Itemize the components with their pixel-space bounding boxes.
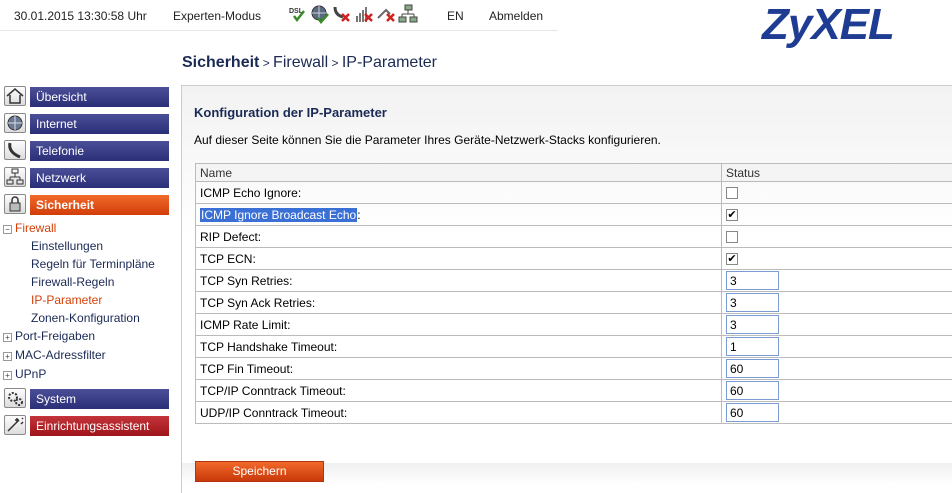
expand-icon[interactable]: +	[3, 333, 12, 342]
sidebar-item-port-freigaben[interactable]: + Port-Freigaben	[0, 327, 170, 346]
collapse-icon[interactable]: −	[3, 225, 12, 234]
param-label: TCP ECN:	[195, 247, 722, 270]
logout-link[interactable]: Abmelden	[489, 9, 543, 23]
icmp-rate-limit-input[interactable]	[726, 315, 779, 334]
sidebar-item-einrichtungsassistent[interactable]: Einrichtungsassistent	[0, 413, 170, 437]
tcp-ip-conntrack-timeout-input[interactable]	[726, 381, 779, 400]
phone-disconnected-icon[interactable]	[332, 4, 352, 24]
breadcrumb-firewall: Firewall	[273, 54, 329, 71]
param-label: ICMP Rate Limit:	[195, 313, 722, 336]
globe-icon	[4, 113, 26, 133]
wand-icon	[4, 415, 26, 435]
tcp-fin-timeout-input[interactable]	[726, 359, 779, 378]
gears-icon	[4, 388, 26, 408]
main-content: Konfiguration der IP-Parameter Auf diese…	[181, 85, 952, 493]
param-label: TCP Syn Ack Retries:	[195, 291, 722, 314]
sidebar-item-uebersicht[interactable]: Übersicht	[0, 84, 170, 108]
breadcrumb-sicherheit: Sicherheit	[182, 54, 260, 71]
selected-text: ICMP Ignore Broadcast Echo	[200, 207, 358, 222]
table-row: TCP Fin Timeout:	[195, 357, 952, 380]
dsl-icon[interactable]: DSL	[288, 4, 308, 24]
sidebar-item-upnp[interactable]: + UPnP	[0, 365, 170, 384]
lock-icon	[4, 194, 26, 214]
expand-icon[interactable]: +	[3, 371, 12, 380]
param-label: UDP/IP Conntrack Timeout:	[195, 401, 722, 424]
sidebar-item-regeln-terminplaene[interactable]: Regeln für Terminpläne	[0, 255, 170, 273]
rip-defect-checkbox[interactable]	[726, 231, 738, 244]
tcp-ecn-checkbox[interactable]: ✔	[726, 253, 738, 266]
sidebar-item-netzwerk[interactable]: Netzwerk	[0, 165, 170, 189]
sidebar-item-firewall-regeln[interactable]: Firewall-Regeln	[0, 273, 170, 291]
top-bar: 30.01.2015 13:30:58 Uhr Experten-Modus D…	[0, 0, 558, 31]
sidebar-item-mac-adressfilter[interactable]: + MAC-Adressfilter	[0, 346, 170, 365]
breadcrumb: Sicherheit > Firewall > IP-Parameter	[182, 54, 437, 71]
table-row: ICMP Rate Limit:	[195, 313, 952, 336]
sidebar-item-ip-parameter[interactable]: IP-Parameter	[0, 291, 170, 309]
param-label: ICMP Echo Ignore:	[195, 181, 722, 204]
table-row: TCP/IP Conntrack Timeout:	[195, 379, 952, 402]
page-description: Auf dieser Seite können Sie die Paramete…	[194, 133, 661, 147]
table-header: Name Status	[195, 163, 952, 182]
table-row: TCP ECN: ✔	[195, 247, 952, 270]
icmp-echo-ignore-checkbox[interactable]	[726, 187, 738, 200]
internet-icon[interactable]	[310, 4, 330, 24]
sidebar-item-zonen-konfiguration[interactable]: Zonen-Konfiguration	[0, 309, 170, 327]
udp-ip-conntrack-timeout-input[interactable]	[726, 403, 779, 422]
ip-parameter-table: Name Status ICMP Echo Ignore: ICMP Ignor…	[195, 163, 952, 424]
sidebar-item-firewall[interactable]: − Firewall	[0, 219, 170, 237]
table-row: TCP Handshake Timeout:	[195, 335, 952, 358]
page-title: Konfiguration der IP-Parameter	[194, 105, 387, 120]
table-row: ICMP Ignore Broadcast Echo: ✔	[195, 203, 952, 226]
sidebar: Übersicht Internet Telefonie Netzwerk Si…	[0, 84, 170, 440]
param-label: TCP Handshake Timeout:	[195, 335, 722, 358]
param-label: TCP Syn Retries:	[195, 269, 722, 292]
table-row: RIP Defect:	[195, 225, 952, 248]
param-label: TCP/IP Conntrack Timeout:	[195, 379, 722, 402]
param-label: TCP Fin Timeout:	[195, 357, 722, 380]
home-icon	[4, 86, 26, 106]
column-header-status: Status	[721, 163, 952, 182]
network-disabled-icon[interactable]	[376, 4, 396, 24]
network-icon	[4, 167, 26, 187]
phone-icon	[4, 140, 26, 160]
param-label: ICMP Ignore Broadcast Echo:	[195, 203, 722, 226]
sidebar-item-sicherheit[interactable]: Sicherheit	[0, 192, 170, 216]
tcp-syn-ack-retries-input[interactable]	[726, 293, 779, 312]
sidebar-item-einstellungen[interactable]: Einstellungen	[0, 237, 170, 255]
datetime: 30.01.2015 13:30:58 Uhr	[14, 9, 147, 23]
table-row: TCP Syn Ack Retries:	[195, 291, 952, 314]
tcp-syn-retries-input[interactable]	[726, 271, 779, 290]
table-row: TCP Syn Retries:	[195, 269, 952, 292]
column-header-name: Name	[195, 163, 722, 182]
icmp-ignore-broadcast-echo-checkbox[interactable]: ✔	[726, 209, 738, 222]
lan-icon[interactable]	[398, 4, 418, 24]
param-label: RIP Defect:	[195, 225, 722, 248]
zyxel-logo: ZyXEL	[762, 0, 895, 49]
status-icons: DSL	[288, 4, 418, 26]
wifi-disabled-icon[interactable]	[354, 4, 374, 24]
save-button[interactable]: Speichern	[195, 461, 324, 482]
language-link[interactable]: EN	[447, 9, 464, 23]
breadcrumb-ip-parameter: IP-Parameter	[341, 54, 437, 71]
sidebar-item-system[interactable]: System	[0, 386, 170, 410]
sidebar-item-internet[interactable]: Internet	[0, 111, 170, 135]
table-row: UDP/IP Conntrack Timeout:	[195, 401, 952, 424]
sidebar-item-telefonie[interactable]: Telefonie	[0, 138, 170, 162]
tcp-handshake-timeout-input[interactable]	[726, 337, 779, 356]
expand-icon[interactable]: +	[3, 352, 12, 361]
expert-mode-link[interactable]: Experten-Modus	[173, 9, 261, 23]
table-row: ICMP Echo Ignore:	[195, 181, 952, 204]
